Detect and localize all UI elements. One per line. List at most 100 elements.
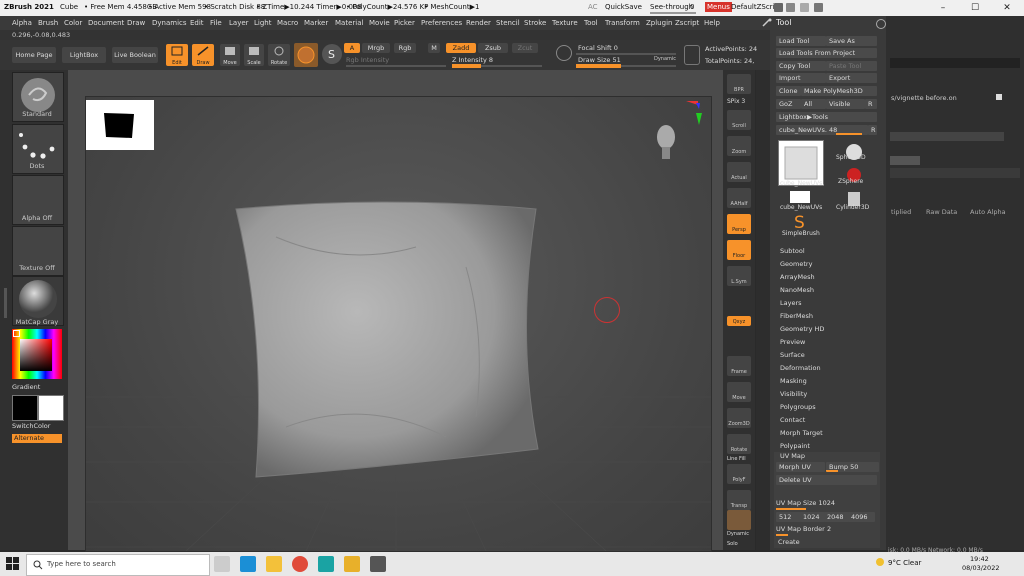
section-polypaint[interactable]: Polypaint [780,442,810,450]
zadd-button[interactable]: Zadd [446,43,476,53]
floor-button[interactable]: Floor [727,240,751,260]
actual-button[interactable]: Actual [727,162,751,182]
section-preview[interactable]: Preview [780,338,805,346]
file-path-icon[interactable] [996,94,1002,100]
move-button[interactable]: Move [220,44,240,66]
save-as-button[interactable]: Save As [826,36,877,46]
menu-item[interactable]: Movie [369,19,390,27]
weather-text[interactable]: 9°C Clear [888,559,921,567]
alternate-button[interactable]: Alternate [12,434,62,443]
uv-map-border-slider[interactable]: UV Map Border 2 [776,525,874,536]
focal-shift-slider[interactable] [576,53,676,55]
menu-item[interactable]: Stencil [496,19,520,27]
menu-item[interactable]: Marker [304,19,328,27]
see-through-label[interactable]: See-through [650,3,693,11]
menu-item[interactable]: Dynamics [152,19,187,27]
gradient-label[interactable]: Gradient [12,383,40,391]
menu-item[interactable]: Render [466,19,491,27]
section-deformation[interactable]: Deformation [780,364,821,372]
solo-button[interactable]: Solo [727,541,738,547]
uv-map-size-slider[interactable]: UV Map Size 1024 [776,499,874,510]
zoom3d-button[interactable]: Zoom3D [727,408,751,428]
refresh-icon[interactable] [876,19,886,29]
mrgb-button[interactable]: Mrgb [362,43,390,53]
file-explorer-icon[interactable] [266,556,282,572]
draw-size-slider[interactable] [576,64,676,68]
z-intensity-slider[interactable] [452,64,542,68]
scale-button[interactable]: Scale [244,44,264,66]
load-tools-from-project-button[interactable]: Load Tools From Project [776,48,877,58]
app-icon[interactable] [344,556,360,572]
auto-alpha-checkbox[interactable]: Auto Alpha [970,208,1006,216]
spix-label[interactable]: SPix 3 [727,98,745,105]
bpr-button[interactable]: BPR [727,74,751,94]
see-through-slider[interactable] [650,12,696,14]
bump-slider[interactable]: Bump 50 [826,462,879,472]
qxyz-button[interactable]: Qxyz [727,316,751,326]
menu-item[interactable]: Picker [394,19,415,27]
create-button[interactable]: Create [778,538,800,546]
m-button[interactable]: M [428,43,440,53]
zbrush-taskbar-icon[interactable] [370,556,386,572]
uv-size-1024-button[interactable]: 1024 [800,512,825,522]
menu-item[interactable]: Light [254,19,271,27]
tool-thumb-simplebrush[interactable]: S [790,212,810,233]
menu-item[interactable]: Zplugin [646,19,672,27]
maximize-button[interactable]: ☐ [960,0,990,16]
export-button[interactable]: Export [826,73,877,83]
material-sphere-icon[interactable] [294,43,318,67]
focal-shift-icon[interactable] [556,45,572,61]
menu-item[interactable]: Brush [38,19,58,27]
rotate-view-button[interactable]: Rotate [727,434,751,454]
primary-color-swatch[interactable] [12,395,38,421]
menu-item[interactable]: Material [335,19,363,27]
section-arraymesh[interactable]: ArrayMesh [780,273,815,281]
section-surface[interactable]: Surface [780,351,805,359]
polyf-button[interactable]: PolyF [727,464,751,484]
frame-button[interactable]: Frame [727,356,751,376]
section-masking[interactable]: Masking [780,377,807,385]
load-tool-button[interactable]: Load Tool [776,36,826,46]
gear-icon[interactable] [814,3,823,12]
menu-item[interactable]: Zscript [675,19,699,27]
color-picker[interactable] [12,329,62,379]
menu-item[interactable]: Color [64,19,82,27]
transp-button[interactable]: Transp [727,490,751,510]
persp-button[interactable]: Persp [727,214,751,234]
chrome-icon[interactable] [292,556,308,572]
sculptris-icon[interactable]: S [322,44,342,64]
lightbox-tools-button[interactable]: Lightbox▶Tools [776,112,877,122]
ghost-button[interactable] [727,510,751,530]
live-boolean-button[interactable]: Live Boolean [112,47,158,63]
minimize-button[interactable]: – [928,0,958,16]
edit-button[interactable]: Edit [166,44,188,66]
rgb-button[interactable]: Rgb [394,43,416,53]
menu-item[interactable]: Draw [127,19,145,27]
axis-gizmo-icon[interactable] [674,99,704,131]
section-visibility[interactable]: Visibility [780,390,807,398]
zsub-button[interactable]: Zsub [478,43,508,53]
section-subtool[interactable]: Subtool [780,247,805,255]
section-nanomesh[interactable]: NanoMesh [780,286,814,294]
edge-icon[interactable] [240,556,256,572]
r-small-button[interactable]: R [868,125,877,135]
home-page-button[interactable]: Home Page [12,47,56,63]
section-geometry[interactable]: Geometry [780,260,812,268]
windows-start-icon[interactable] [6,557,20,571]
menu-item[interactable]: Macro [277,19,298,27]
lightbox-button[interactable]: LightBox [62,47,106,63]
maya-icon[interactable] [318,556,334,572]
color-picker-square[interactable] [20,339,52,371]
section-geometry-hd[interactable]: Geometry HD [780,325,824,333]
section-morph-target[interactable]: Morph Target [780,429,823,437]
aahalf-button[interactable]: AAHalf [727,188,751,208]
zscript-icon[interactable] [774,3,783,12]
rotate-button[interactable]: Rotate [268,44,290,66]
navigation-thumbnail[interactable] [86,100,154,150]
draw-button[interactable]: Draw [192,44,214,66]
rgb-intensity-slider[interactable] [346,65,446,67]
clone-button[interactable]: Clone [776,86,801,96]
section-polygroups[interactable]: Polygroups [780,403,816,411]
uv-size-4096-button[interactable]: 4096 [848,512,875,522]
dropdown-select[interactable] [890,156,920,165]
